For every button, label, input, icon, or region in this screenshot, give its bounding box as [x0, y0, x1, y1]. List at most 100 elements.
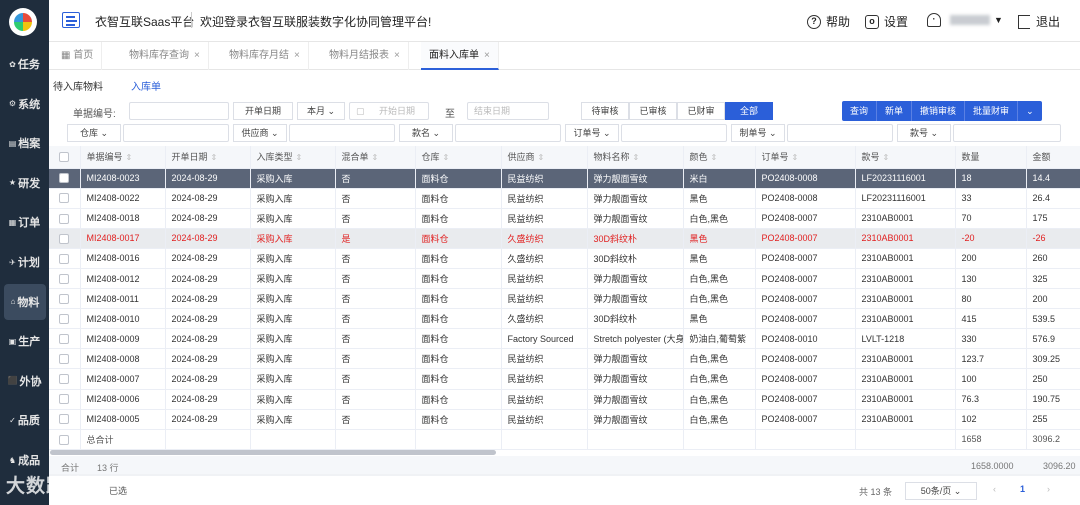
action-button-4[interactable]: ⌄ [1018, 101, 1042, 121]
sort-icon[interactable]: ⇕ [538, 153, 545, 162]
status-filter-3[interactable]: 全部 [725, 102, 773, 120]
column-header[interactable]: 款号 ⇕ [855, 146, 956, 169]
warehouse-input[interactable] [123, 124, 229, 142]
close-icon[interactable]: × [484, 50, 490, 61]
row-checkbox[interactable] [59, 213, 70, 224]
table-row[interactable]: MI2408-0006 2024-08-29 采购入库否面料仓 民益纺织 弹力靓面雪纹白… [49, 389, 1080, 410]
tab-receipts[interactable]: 入库单 [131, 78, 161, 100]
row-checkbox[interactable] [59, 193, 70, 204]
tab-3[interactable]: 物料月结报表 × [321, 42, 409, 70]
column-header[interactable]: 订单号 ⇕ [755, 146, 856, 169]
period-select[interactable]: 本月 ⌄ [297, 102, 345, 120]
next-page-icon[interactable]: › [1047, 484, 1050, 494]
table-row[interactable]: MI2408-0016 2024-08-29 采购入库否面料仓 久盛纺织 30D斜纹朴黑… [49, 248, 1080, 269]
tab-2[interactable]: 物料库存月结 × [221, 42, 309, 70]
tab-0[interactable]: ▦ 首页 [53, 42, 103, 70]
status-filter-1[interactable]: 已审核 [629, 102, 677, 120]
table-row[interactable]: MI2408-0018 2024-08-29 采购入库否面料仓 民益纺织 弹力靓面雪纹白… [49, 208, 1080, 229]
start-date-input[interactable]: ▢ 开始日期 [349, 102, 429, 120]
action-button-3[interactable]: 批量财审 [965, 101, 1019, 121]
app-logo[interactable] [9, 8, 37, 36]
open-date-select[interactable]: 开单日期 [233, 102, 293, 120]
sort-icon[interactable]: ⇕ [372, 153, 379, 162]
column-header[interactable]: 开单日期 ⇕ [165, 146, 251, 169]
action-button-1[interactable]: 新单 [877, 101, 913, 121]
contract-input[interactable] [787, 124, 893, 142]
order-select[interactable]: 订单号 ⌄ [565, 124, 619, 142]
sidebar-item-1[interactable]: ⚙ 系统 [0, 86, 49, 122]
sort-icon[interactable]: ⇕ [633, 153, 640, 162]
table-row[interactable]: MI2408-0012 2024-08-29 采购入库否面料仓 民益纺织 弹力靓面雪纹白… [49, 268, 1080, 290]
select-all-checkbox[interactable] [59, 152, 70, 163]
page-size-select[interactable]: 50条/页 ⌄ [905, 482, 977, 500]
sidebar-item-7[interactable]: ▣ 生产 [0, 323, 49, 359]
sidebar-item-0[interactable]: ✿ 任务 [0, 46, 49, 82]
sidebar-item-6[interactable]: ⌂ 物料 [4, 283, 46, 320]
horizontal-scrollbar[interactable] [50, 450, 496, 455]
style-select[interactable]: 款名 ⌄ [399, 124, 453, 142]
column-header[interactable]: 颜色 ⇕ [683, 146, 756, 169]
table-row[interactable]: MI2408-0017 2024-08-29 采购入库是面料仓 久盛纺织 30D斜纹朴黑… [49, 228, 1080, 249]
column-header[interactable]: 金额 [1026, 146, 1080, 169]
action-button-0[interactable]: 查询 [842, 101, 878, 121]
sidebar-item-5[interactable]: ✈ 计划 [0, 244, 49, 280]
status-filter-0[interactable]: 待审核 [581, 102, 629, 120]
table-row[interactable]: MI2408-0007 2024-08-29 采购入库否面料仓 民益纺织 弹力靓面雪纹白… [49, 368, 1080, 390]
current-page[interactable]: 1 [1020, 484, 1025, 494]
table-row[interactable]: MI2408-0009 2024-08-29 采购入库否面料仓 Factory Sou… [49, 328, 1080, 350]
sort-icon[interactable]: ⇕ [296, 153, 303, 162]
row-checkbox[interactable] [59, 253, 70, 264]
sort-icon[interactable]: ⇕ [443, 153, 450, 162]
sort-icon[interactable]: ⇕ [792, 153, 799, 162]
row-checkbox[interactable] [59, 233, 70, 244]
sort-icon[interactable]: ⇕ [711, 153, 718, 162]
menu-toggle-icon[interactable] [62, 12, 80, 28]
table-row[interactable]: MI2408-0010 2024-08-29 采购入库否面料仓 久盛纺织 30D斜纹朴黑… [49, 308, 1080, 330]
row-checkbox[interactable] [59, 273, 70, 284]
column-header[interactable]: 仓库 ⇕ [415, 146, 502, 169]
user-menu[interactable]: · ▼ [927, 13, 1003, 27]
end-date-input[interactable]: 结束日期 [467, 102, 549, 120]
close-icon[interactable]: × [194, 50, 200, 61]
close-icon[interactable]: × [394, 50, 400, 61]
sort-icon[interactable]: ⇕ [883, 153, 890, 162]
row-checkbox[interactable] [59, 314, 70, 325]
action-button-2[interactable]: 撤销审核 [912, 101, 966, 121]
status-filter-2[interactable]: 已财审 [677, 102, 725, 120]
contract-select[interactable]: 制单号 ⌄ [731, 124, 785, 142]
sidebar-item-3[interactable]: ★ 研发 [0, 165, 49, 201]
row-checkbox[interactable] [59, 354, 70, 365]
style-no-select[interactable]: 款号 ⌄ [897, 124, 951, 142]
supplier-input[interactable] [289, 124, 395, 142]
prev-page-icon[interactable]: ‹ [993, 484, 996, 494]
order-input[interactable] [621, 124, 727, 142]
table-row[interactable]: MI2408-0011 2024-08-29 采购入库否面料仓 民益纺织 弹力靓面雪纹白… [49, 288, 1080, 310]
column-header[interactable]: 数量 [955, 146, 1027, 169]
style-no-input[interactable] [953, 124, 1061, 142]
row-checkbox[interactable] [59, 394, 70, 405]
sort-icon[interactable]: ⇕ [126, 153, 133, 162]
settings-button[interactable]: o 设置 [865, 13, 908, 30]
row-checkbox[interactable] [59, 293, 70, 304]
row-checkbox[interactable] [59, 374, 70, 385]
style-input[interactable] [455, 124, 561, 142]
help-button[interactable]: ? 帮助 [807, 13, 850, 30]
sidebar-item-2[interactable]: ▤ 档案 [0, 125, 49, 161]
table-row[interactable]: MI2408-0005 2024-08-29 采购入库否面料仓 民益纺织 弹力靓面雪纹白… [49, 409, 1080, 430]
logout-button[interactable]: 退出 [1018, 13, 1060, 30]
column-header[interactable]: 单据编号 ⇕ [80, 146, 166, 169]
column-header[interactable]: 物料名称 ⇕ [587, 146, 684, 169]
sort-icon[interactable]: ⇕ [211, 153, 218, 162]
table-row[interactable]: MI2408-0022 2024-08-29 采购入库否面料仓 民益纺织 弹力靓面雪纹黑… [49, 188, 1080, 209]
table-row[interactable]: MI2408-0023 2024-08-29 采购入库否面料仓 民益纺织 弹力靓面雪纹米… [49, 168, 1080, 189]
total-checkbox[interactable] [59, 434, 70, 445]
tab-4[interactable]: 面料入库单 × [421, 42, 499, 70]
doc-no-input[interactable] [129, 102, 229, 120]
tab-1[interactable]: 物料库存查询 × [121, 42, 209, 70]
warehouse-select[interactable]: 仓库 ⌄ [67, 124, 121, 142]
column-header[interactable]: 混合单 ⇕ [335, 146, 416, 169]
row-checkbox[interactable] [59, 414, 70, 425]
row-checkbox[interactable] [59, 334, 70, 345]
sidebar-item-8[interactable]: ⬛ 外协 [0, 363, 49, 399]
table-row[interactable]: MI2408-0008 2024-08-29 采购入库否面料仓 民益纺织 弹力靓面雪纹白… [49, 348, 1080, 370]
